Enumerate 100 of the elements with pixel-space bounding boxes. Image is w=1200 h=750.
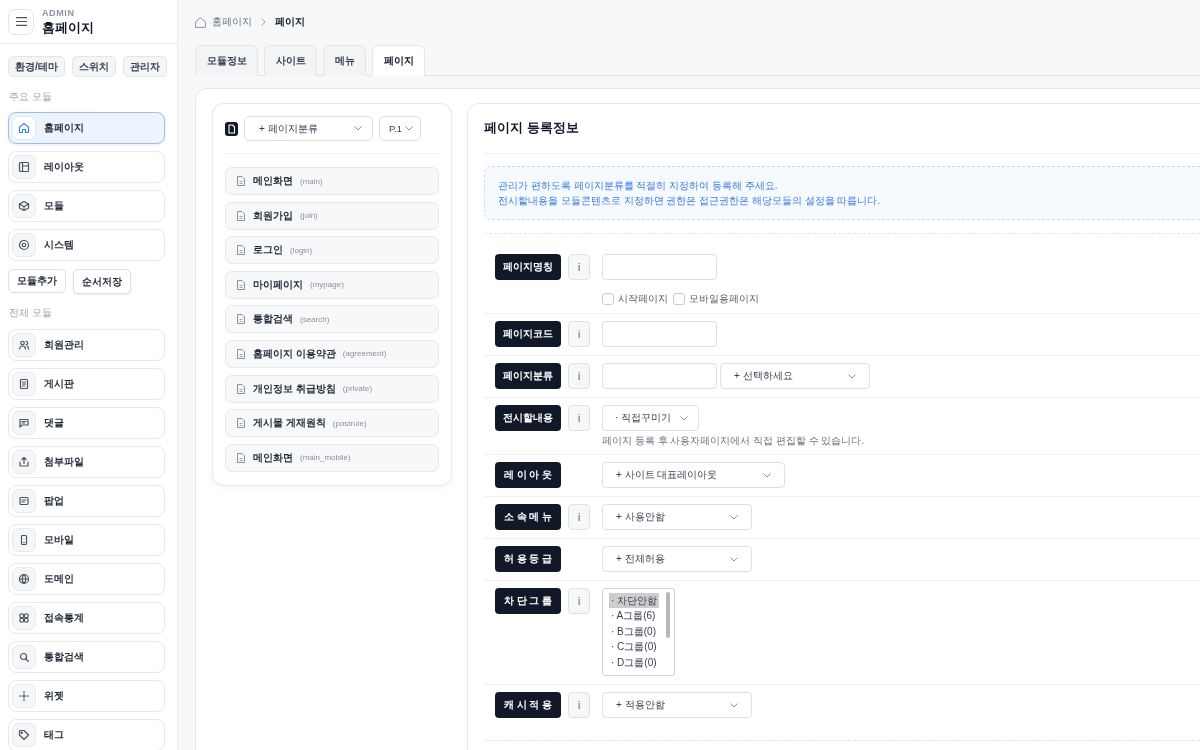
field-label: 페이지분류 (495, 363, 561, 389)
sidebar-item[interactable]: 홈페이지 (8, 112, 165, 144)
list-option[interactable]: · D그룹(0) (609, 654, 659, 671)
home-icon (12, 116, 36, 140)
sidebar-item[interactable]: 게시판 (8, 368, 165, 400)
checkbox[interactable] (673, 292, 685, 305)
form-title: 페이지 등록정보 (484, 104, 1200, 154)
dropdown[interactable]: + 선택하세요 (720, 363, 870, 389)
text-field[interactable] (602, 321, 717, 347)
layout-icon (12, 155, 36, 179)
admin-caption: ADMIN (42, 7, 76, 19)
notice-text: 관리가 편하도록 페이지분류를 적절히 지정하여 등록해 주세요. (498, 179, 779, 193)
dotted-plus-icon (12, 684, 36, 708)
checkbox[interactable] (602, 292, 614, 305)
text-field[interactable] (602, 363, 717, 389)
page-list-item[interactable]: 개인정보 취급방침 (private) (225, 374, 439, 403)
file-icon (237, 452, 245, 463)
sidebar-item[interactable]: 첨부파일 (8, 446, 165, 478)
page-list-item[interactable]: 메인화면 (main_mobile) (225, 443, 439, 472)
checkbox-label: 시작페이지 (618, 291, 668, 306)
sidebar-item[interactable]: 회원관리 (8, 329, 165, 361)
info-button[interactable]: i (568, 405, 590, 431)
caret-icon (354, 126, 362, 131)
quick-button[interactable]: 관리자 (122, 56, 167, 77)
page-list-item[interactable]: 게시물 게재원칙 (postrule) (225, 409, 439, 438)
sidebar-item[interactable]: 도메인 (8, 563, 165, 595)
caret-icon (730, 514, 738, 520)
field-label: 페이지코드 (495, 321, 561, 347)
sidebar-item[interactable]: 위젯 (8, 680, 165, 712)
grid-icon (12, 606, 36, 630)
field-label: 허 용 등 급 (495, 546, 561, 572)
tab[interactable]: 모듈정보 (195, 45, 258, 76)
search-icon (12, 645, 36, 669)
field-label: 전시할내용 (495, 405, 561, 431)
sidebar-item[interactable]: 모바일 (8, 524, 165, 556)
sidebar-item[interactable]: 모듈 (8, 190, 165, 222)
info-button[interactable]: i (568, 254, 590, 280)
list-box[interactable]: · 차단안함 · A그룹(6) · B그룹(0) · C그룹(0) · D그룹(0) (602, 588, 675, 676)
module-button[interactable]: 모듈추가 (8, 269, 66, 293)
breadcrumb-item[interactable]: 홈페이지 (212, 15, 252, 29)
dropdown[interactable]: + 사용안함 (602, 504, 752, 530)
tab[interactable]: 페이지 (372, 45, 425, 76)
quick-button[interactable]: 환경/테마 (8, 56, 65, 77)
info-button[interactable]: i (568, 321, 590, 347)
dropdown[interactable]: + 전체허용 (602, 546, 752, 572)
sidebar-item[interactable]: 통합검색 (8, 641, 165, 673)
tag-icon (12, 723, 36, 747)
settings-icon (12, 233, 36, 257)
caret-icon (730, 702, 738, 708)
sidebar-item[interactable]: 팝업 (8, 485, 165, 517)
page-list-item[interactable]: 마이페이지 (mypage) (225, 270, 439, 299)
section-heading: 전체 모듈 (9, 307, 53, 319)
sidebar-item[interactable]: 태그 (8, 719, 165, 750)
page-list-item[interactable]: 통합검색 (search) (225, 305, 439, 334)
globe-icon (12, 567, 36, 591)
caret-icon (848, 373, 856, 379)
info-button[interactable]: i (568, 363, 590, 389)
tab[interactable]: 메뉴 (323, 45, 366, 76)
list-option[interactable]: · C그룹(0) (609, 639, 659, 655)
menu-button[interactable] (8, 8, 34, 35)
quick-button[interactable]: 스위치 (71, 56, 116, 77)
field-label: 페이지명칭 (495, 254, 561, 280)
file-icon (237, 245, 245, 256)
page-list-item[interactable]: 메인화면 (main) (225, 167, 439, 195)
sidebar-item[interactable]: 시스템 (8, 229, 165, 261)
category-dropdown[interactable]: + 페이지분류 (244, 116, 373, 141)
tab[interactable]: 사이트 (264, 45, 317, 76)
file-icon (237, 383, 245, 394)
info-button[interactable]: i (568, 588, 590, 614)
dropdown[interactable]: + 사이트 대표레이아웃 (602, 462, 785, 488)
note-icon (12, 489, 36, 513)
field-label: 캐 시 적 용 (495, 692, 561, 718)
breadcrumb-item: 페이지 (275, 15, 305, 29)
dropdown[interactable]: · 직접꾸미기 (602, 405, 700, 431)
caret-icon (763, 472, 771, 478)
text-field[interactable] (602, 254, 717, 280)
dropdown[interactable]: + 적용안함 (602, 692, 752, 718)
users-icon (12, 333, 36, 357)
field-label: 소 속 메 뉴 (495, 504, 561, 530)
page-list-item[interactable]: 로그인 (login) (225, 236, 439, 265)
list-option[interactable]: · B그룹(0) (609, 623, 658, 640)
sidebar-title: 홈페이지 (42, 18, 94, 36)
scrollbar-thumb[interactable] (666, 592, 670, 638)
sidebar-item[interactable]: 레이아웃 (8, 151, 165, 183)
info-button[interactable]: i (568, 692, 590, 718)
list-option[interactable]: · A그룹(6) (609, 608, 658, 624)
page-list-item[interactable]: 회원가입 (join) (225, 201, 439, 230)
module-button[interactable]: 순서저장 (73, 269, 131, 294)
document-icon (225, 121, 238, 136)
info-button[interactable]: i (568, 504, 590, 530)
file-icon (237, 279, 245, 290)
list-option[interactable]: · 차단안함 (609, 593, 660, 609)
page-list-item[interactable]: 홈페이지 이용약관 (agreement) (225, 339, 439, 368)
file-icon (237, 176, 245, 186)
field-hint: 페이지 등록 후 사용자페이지에서 직접 편집할 수 있습니다. (602, 435, 865, 446)
sidebar-item[interactable]: 댓글 (8, 407, 165, 439)
page-number-dropdown[interactable]: P.1 (379, 116, 421, 141)
cube-icon (12, 194, 36, 218)
caret-icon (680, 415, 689, 421)
sidebar-item[interactable]: 접속통계 (8, 602, 165, 634)
